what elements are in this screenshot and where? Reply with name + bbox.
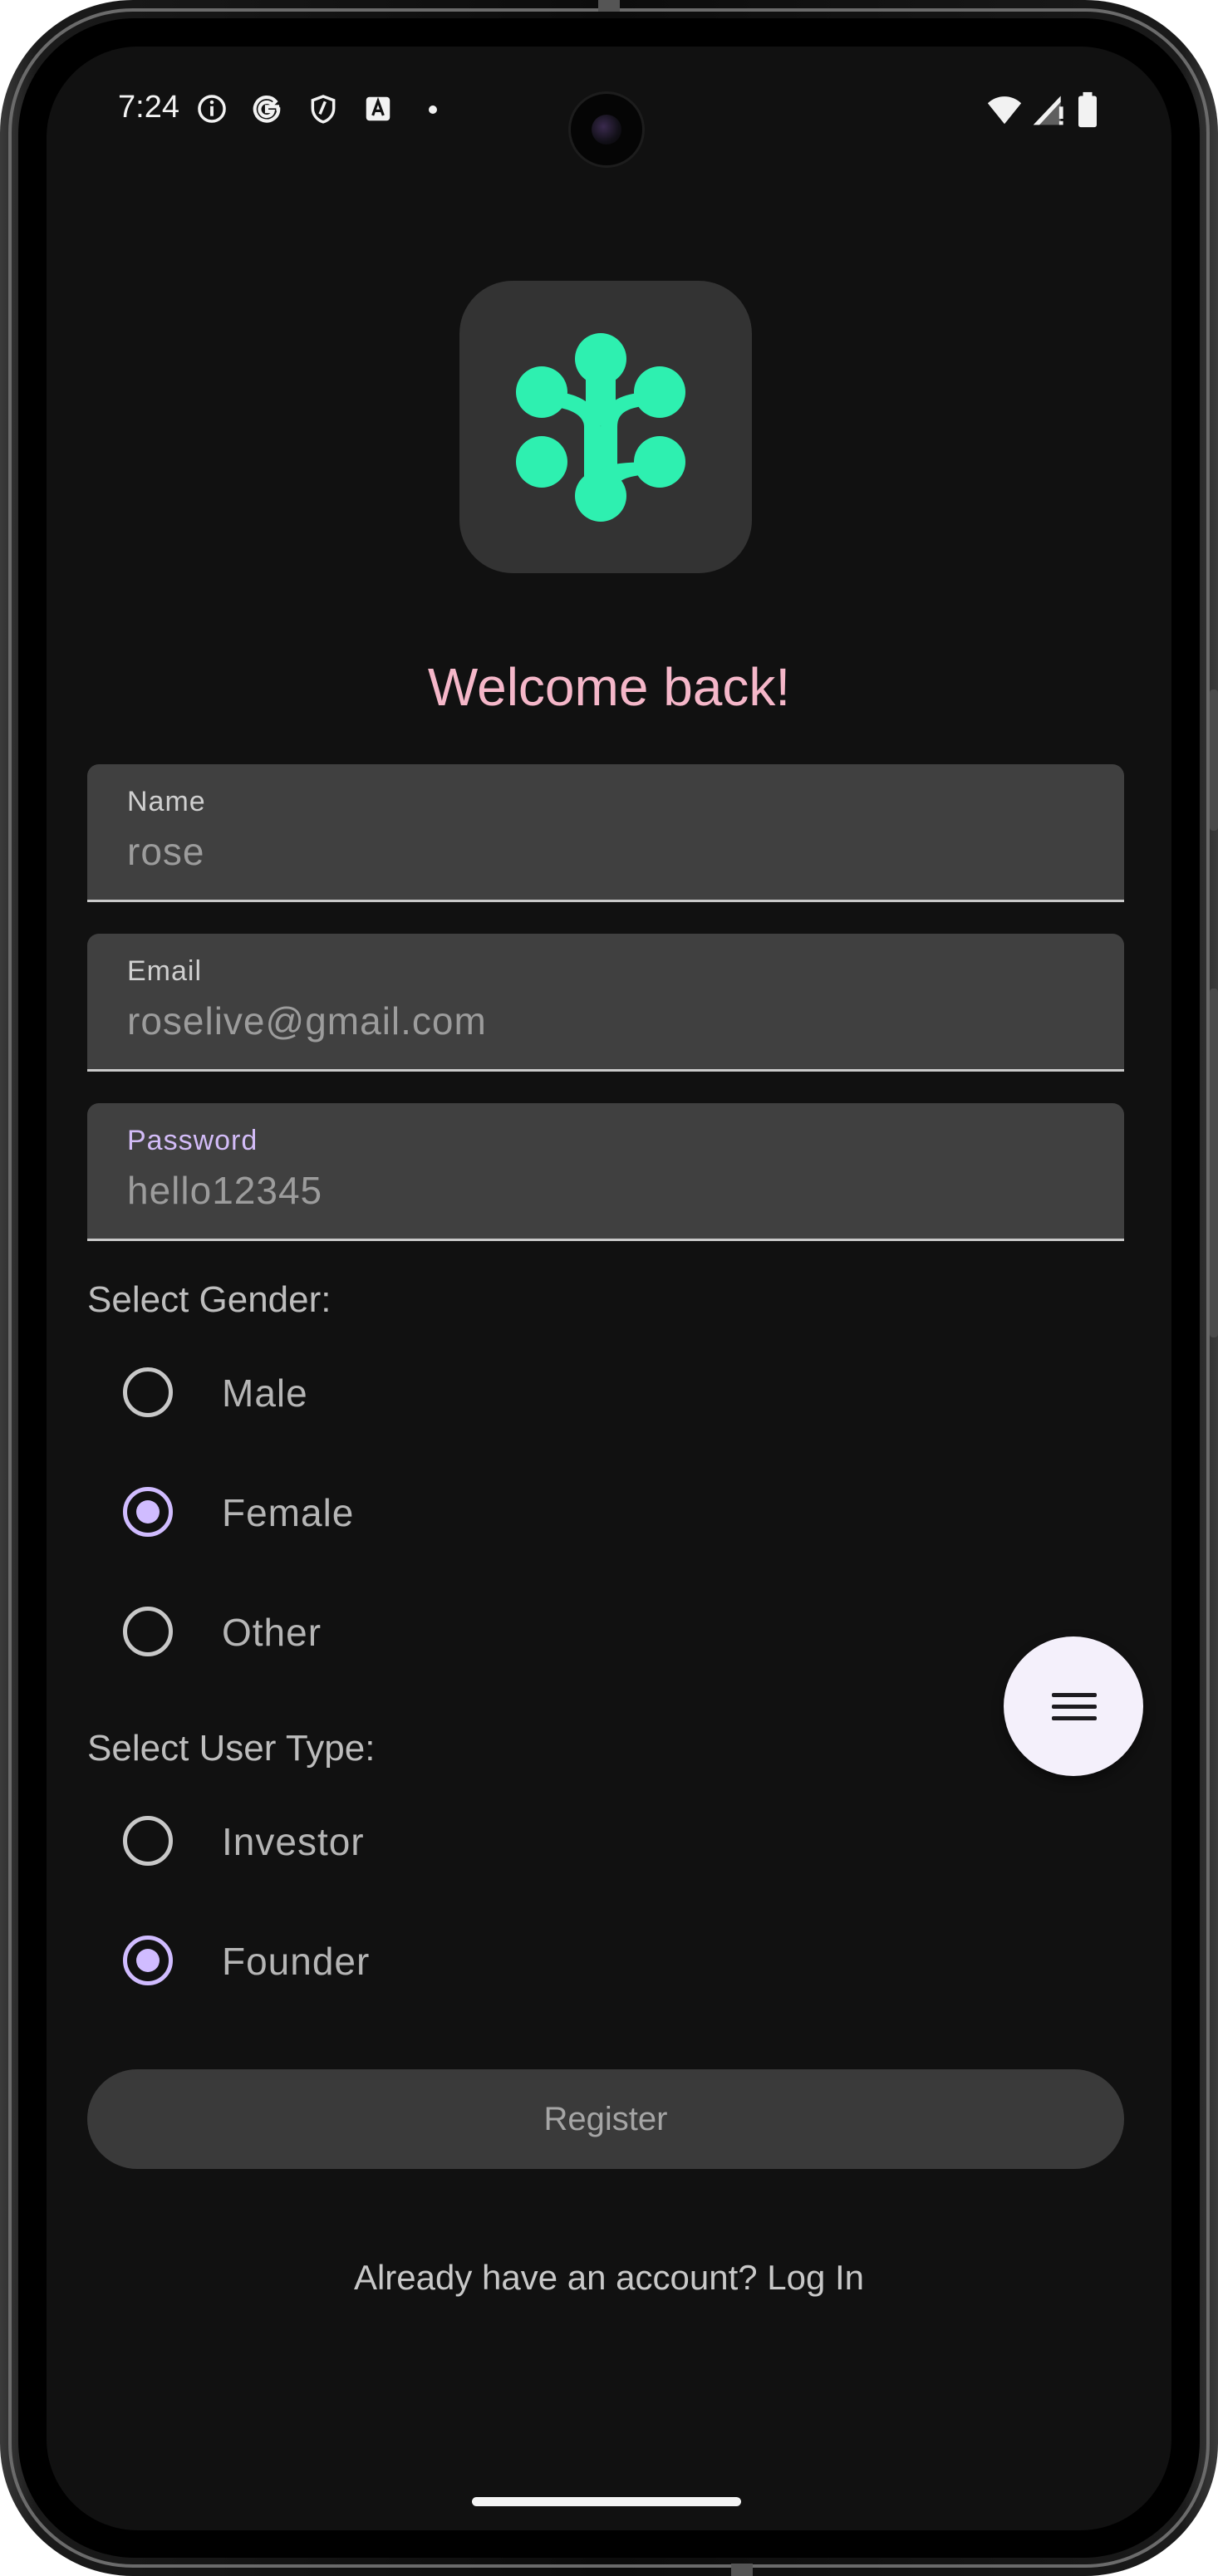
- name-field-label: Name: [127, 786, 206, 817]
- menu-fab[interactable]: [1004, 1636, 1143, 1776]
- password-field-value[interactable]: hello12345: [127, 1168, 322, 1213]
- shield-icon: [311, 95, 336, 124]
- radio-button-investor[interactable]: [123, 1816, 173, 1866]
- molecule-dots-logo-icon: [516, 333, 685, 522]
- radio-button-female[interactable]: [123, 1487, 173, 1537]
- camera-lens: [592, 115, 621, 145]
- gender-option-male[interactable]: Male: [116, 1359, 615, 1425]
- antenna-line-bottom: [731, 2564, 753, 2576]
- status-time: 7:24: [118, 90, 179, 125]
- battery-icon: [1078, 91, 1097, 128]
- user-type-option-label: Investor: [222, 1820, 365, 1863]
- welcome-heading: Welcome back!: [427, 657, 791, 717]
- name-field[interactable]: Name rose: [87, 764, 1124, 902]
- info-icon: [198, 95, 226, 123]
- user-type-option-investor[interactable]: Investor: [116, 1808, 615, 1874]
- gender-heading: Select Gender:: [87, 1279, 332, 1320]
- password-field-label: Password: [127, 1125, 258, 1156]
- gender-option-label: Other: [222, 1611, 322, 1654]
- google-g-icon: [253, 96, 281, 123]
- antenna-line-top: [598, 0, 620, 12]
- radio-button-male[interactable]: [123, 1367, 173, 1417]
- password-field[interactable]: Password hello12345: [87, 1103, 1124, 1241]
- home-indicator[interactable]: [472, 2497, 741, 2506]
- user-type-option-founder[interactable]: Founder: [116, 1927, 615, 1994]
- cell-signal-icon: [1033, 96, 1063, 125]
- wifi-icon: [987, 96, 1022, 125]
- email-field-label: Email: [127, 955, 203, 987]
- gender-option-other[interactable]: Other: [116, 1598, 615, 1665]
- radio-button-other[interactable]: [123, 1607, 173, 1656]
- power-button: [1210, 989, 1218, 1337]
- gender-option-label: Female: [222, 1491, 355, 1534]
- login-link[interactable]: Already have an account? Log In: [0, 2258, 1218, 2298]
- email-field[interactable]: Email roselive@gmail.com: [87, 934, 1124, 1072]
- name-field-value[interactable]: rose: [127, 829, 204, 874]
- email-field-value[interactable]: roselive@gmail.com: [127, 999, 487, 1043]
- user-type-option-label: Founder: [222, 1940, 371, 1983]
- gender-option-label: Male: [222, 1371, 308, 1415]
- dot-icon: [429, 105, 437, 114]
- radio-button-founder[interactable]: [123, 1936, 173, 1985]
- gender-option-female[interactable]: Female: [116, 1479, 615, 1545]
- user-type-heading: Select User Type:: [87, 1728, 376, 1769]
- register-button[interactable]: Register: [87, 2069, 1124, 2169]
- font-a-icon: [366, 96, 390, 121]
